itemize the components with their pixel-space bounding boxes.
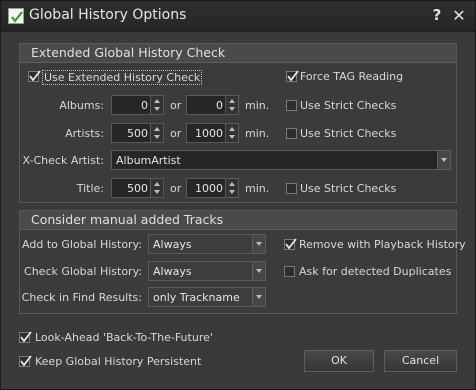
chevron-down-icon[interactable] [252, 235, 265, 253]
cancel-button[interactable]: Cancel [384, 350, 457, 372]
close-button[interactable]: ✕ [450, 6, 468, 26]
combo-value: Always [153, 265, 192, 278]
check-icon [20, 355, 32, 367]
combo-value: AlbumArtist [116, 154, 181, 167]
spin-value: 1000 [195, 182, 223, 195]
spin-value: 0 [216, 99, 223, 112]
albums-min-spinbox[interactable]: 0 [111, 95, 164, 115]
help-button[interactable]: ? [429, 6, 445, 26]
xcheck-artist-label: X-Check Artist: [22, 154, 104, 167]
spin-arrows-icon[interactable] [225, 179, 238, 197]
dialog-window: Global History Options ? ✕ Extended Glob… [0, 0, 476, 390]
xcheck-artist-combobox[interactable]: AlbumArtist [111, 150, 451, 170]
spin-arrows-icon[interactable] [150, 179, 163, 197]
keep-persistent-checkbox[interactable] [19, 355, 32, 367]
artists-max-spinbox[interactable]: 1000 [186, 123, 239, 143]
group-header: Consider manual added Tracks [20, 211, 456, 230]
artists-min-spinbox[interactable]: 500 [111, 123, 164, 143]
check-find-combobox[interactable]: only Trackname [148, 287, 266, 307]
title-bar[interactable]: Global History Options ? ✕ [1, 1, 475, 32]
albums-max-spinbox[interactable]: 0 [186, 95, 239, 115]
spin-value: 500 [127, 182, 148, 195]
spin-value: 0 [141, 99, 148, 112]
albums-label: Albums: [59, 99, 104, 112]
check-icon [20, 331, 32, 343]
combo-value: Always [153, 238, 192, 251]
use-extended-label[interactable]: Use Extended History Check [42, 70, 203, 85]
force-tag-checkbox[interactable] [286, 70, 299, 82]
title-strict-label[interactable]: Use Strict Checks [300, 182, 396, 195]
spin-arrows-icon[interactable] [150, 96, 163, 114]
title-max-spinbox[interactable]: 1000 [186, 178, 239, 198]
spin-arrows-icon[interactable] [225, 124, 238, 142]
chevron-down-icon[interactable] [252, 262, 265, 280]
spin-value: 1000 [195, 127, 223, 140]
group-header: Extended Global History Check [20, 44, 456, 63]
force-tag-label[interactable]: Force TAG Reading [300, 70, 403, 83]
add-global-combobox[interactable]: Always [148, 234, 266, 254]
check-global-combobox[interactable]: Always [148, 261, 266, 281]
or-label: or [170, 127, 182, 140]
combo-value: only Trackname [153, 291, 240, 304]
spin-arrows-icon[interactable] [225, 96, 238, 114]
app-check-icon [8, 8, 24, 24]
spin-value: 500 [127, 127, 148, 140]
spin-arrows-icon[interactable] [150, 124, 163, 142]
check-icon [285, 238, 297, 250]
manual-tracks-group: Consider manual added Tracks Add to Glob… [19, 210, 466, 314]
chevron-down-icon[interactable] [437, 151, 450, 169]
add-global-label: Add to Global History: [22, 238, 142, 251]
title-min-spinbox[interactable]: 500 [111, 178, 164, 198]
title-strict-checkbox[interactable] [286, 183, 297, 194]
window-title: Global History Options [29, 7, 187, 23]
chevron-down-icon[interactable] [252, 288, 265, 306]
albums-strict-label[interactable]: Use Strict Checks [300, 99, 396, 112]
group-title: Extended Global History Check [31, 45, 226, 60]
group-title: Consider manual added Tracks [31, 212, 224, 227]
min-label: min. [245, 99, 270, 112]
look-ahead-label[interactable]: Look-Ahead 'Back-To-The-Future' [35, 331, 213, 344]
check-global-label: Check Global History: [24, 265, 142, 278]
check-icon [29, 70, 41, 82]
look-ahead-checkbox[interactable] [19, 331, 32, 343]
artists-label: Artists: [65, 127, 104, 140]
remove-playback-label[interactable]: Remove with Playback History [299, 238, 466, 251]
remove-playback-checkbox[interactable] [284, 238, 297, 250]
ask-duplicates-checkbox[interactable] [284, 266, 295, 277]
ask-duplicates-label[interactable]: Ask for detected Duplicates [299, 265, 451, 278]
extended-history-group: Extended Global History Check Use Extend… [19, 43, 457, 203]
keep-persistent-label[interactable]: Keep Global History Persistent [35, 355, 201, 368]
check-find-label: Check in Find Results: [21, 291, 142, 304]
artists-strict-label[interactable]: Use Strict Checks [300, 127, 396, 140]
or-label: or [170, 99, 182, 112]
or-label: or [170, 182, 182, 195]
artists-strict-checkbox[interactable] [286, 128, 297, 139]
albums-strict-checkbox[interactable] [286, 100, 297, 111]
title-label: Title: [76, 182, 104, 195]
ok-button[interactable]: OK [304, 350, 374, 372]
use-extended-checkbox[interactable] [28, 70, 41, 82]
min-label: min. [245, 127, 270, 140]
check-icon [287, 70, 299, 82]
min-label: min. [245, 182, 270, 195]
